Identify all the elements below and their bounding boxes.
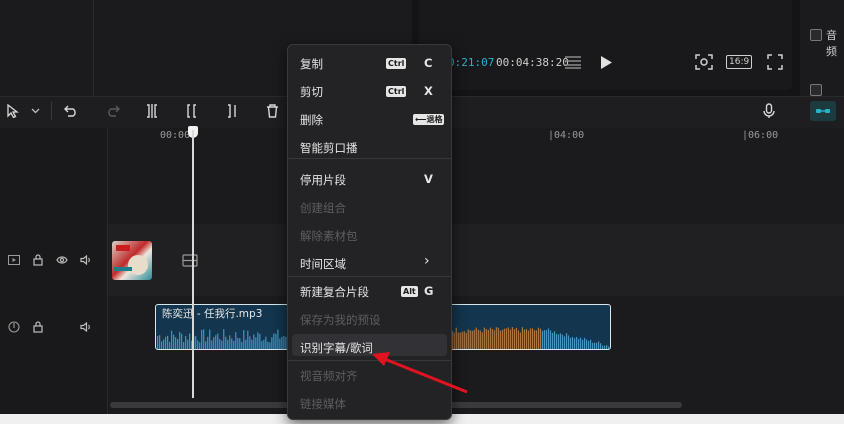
menu-item-12: 链接媒体 [300, 397, 346, 411]
menu-item-1[interactable]: 剪切 [300, 84, 323, 100]
film-icon [182, 253, 198, 267]
fullscreen-icon[interactable] [766, 54, 784, 70]
menu-item-6: 解除素材包 [300, 229, 358, 243]
menu-shortcut-key: G [424, 284, 434, 298]
list-icon[interactable] [563, 54, 583, 70]
audio-checkbox-label: 音频 [826, 29, 837, 58]
menu-item-11: 视音频对齐 [300, 369, 358, 383]
menu-item-5: 创建组合 [300, 201, 346, 215]
audio-speaker-icon[interactable] [80, 321, 92, 333]
audio-track-icon [8, 321, 20, 333]
speaker-icon[interactable] [80, 254, 92, 266]
eye-icon[interactable] [56, 254, 68, 266]
context-menu: 复制 Ctrl C 剪切 Ctrl X 删除 ⟵退格智能剪口播停用片段 V 创建组合解除素材包时间… [287, 44, 452, 420]
menu-shortcut-key: C [424, 56, 433, 70]
screenshot-icon[interactable] [694, 53, 714, 71]
ruler-label-1: |04:00 [548, 130, 585, 141]
video-track-icon [8, 254, 20, 266]
playhead[interactable] [192, 130, 194, 398]
video-track [108, 224, 844, 296]
menu-shortcut-modifier: ⟵退格 [413, 114, 445, 125]
video-clip-thumbnail[interactable] [112, 241, 152, 280]
panel-divider [93, 0, 94, 96]
menu-item-3[interactable]: 智能剪口播 [300, 140, 358, 156]
split-icon[interactable] [143, 102, 161, 120]
lock-icon[interactable] [32, 254, 44, 266]
menu-shortcut-key: V [424, 172, 433, 186]
chevron-right-icon: › [424, 253, 430, 269]
redo-icon[interactable] [104, 102, 122, 120]
toolbar-divider [51, 102, 52, 120]
ruler-label-2: |06:00 [742, 130, 779, 141]
audio-checkbox[interactable] [810, 29, 822, 41]
aspect-ratio-button[interactable]: 16:9 [726, 55, 753, 69]
current-timecode: 0:21:07 [448, 56, 495, 69]
trim-left-icon[interactable] [183, 102, 201, 120]
menu-item-2[interactable]: 删除 [300, 112, 323, 128]
link-clips-button[interactable] [810, 101, 836, 121]
play-icon[interactable] [598, 54, 614, 70]
menu-shortcut-modifier: Ctrl [386, 86, 407, 97]
menu-separator [288, 360, 451, 361]
aspect-ratio-label: 16:9 [726, 55, 753, 69]
menu-shortcut-key: X [424, 84, 433, 98]
audio-lock-icon[interactable] [32, 321, 44, 333]
menu-shortcut-modifier: Ctrl [386, 58, 407, 69]
menu-separator [288, 276, 451, 277]
select-cursor-icon[interactable] [4, 102, 22, 120]
trim-right-icon[interactable] [223, 102, 241, 120]
menu-item-9: 保存为我的预设 [300, 313, 381, 327]
option-checkbox[interactable] [810, 84, 822, 96]
track-headers [0, 128, 108, 424]
chevron-down-icon[interactable] [26, 102, 44, 120]
menu-item-4[interactable]: 停用片段 [300, 172, 346, 188]
undo-icon[interactable] [62, 102, 80, 120]
preview-player [419, 0, 792, 90]
microphone-icon[interactable] [760, 102, 778, 120]
menu-item-8[interactable]: 新建复合片段 [300, 284, 369, 300]
menu-item-0[interactable]: 复制 [300, 56, 323, 72]
menu-shortcut-modifier: Alt [401, 286, 418, 297]
menu-separator [288, 158, 451, 159]
delete-icon[interactable] [263, 102, 281, 120]
ruler-label-0: 00:00 [160, 130, 191, 141]
menu-item-10[interactable]: 识别字幕/歌词 [300, 340, 373, 356]
total-timecode: 00:04:38:20 [496, 56, 569, 69]
menu-item-7[interactable]: 时间区域 [300, 256, 346, 272]
